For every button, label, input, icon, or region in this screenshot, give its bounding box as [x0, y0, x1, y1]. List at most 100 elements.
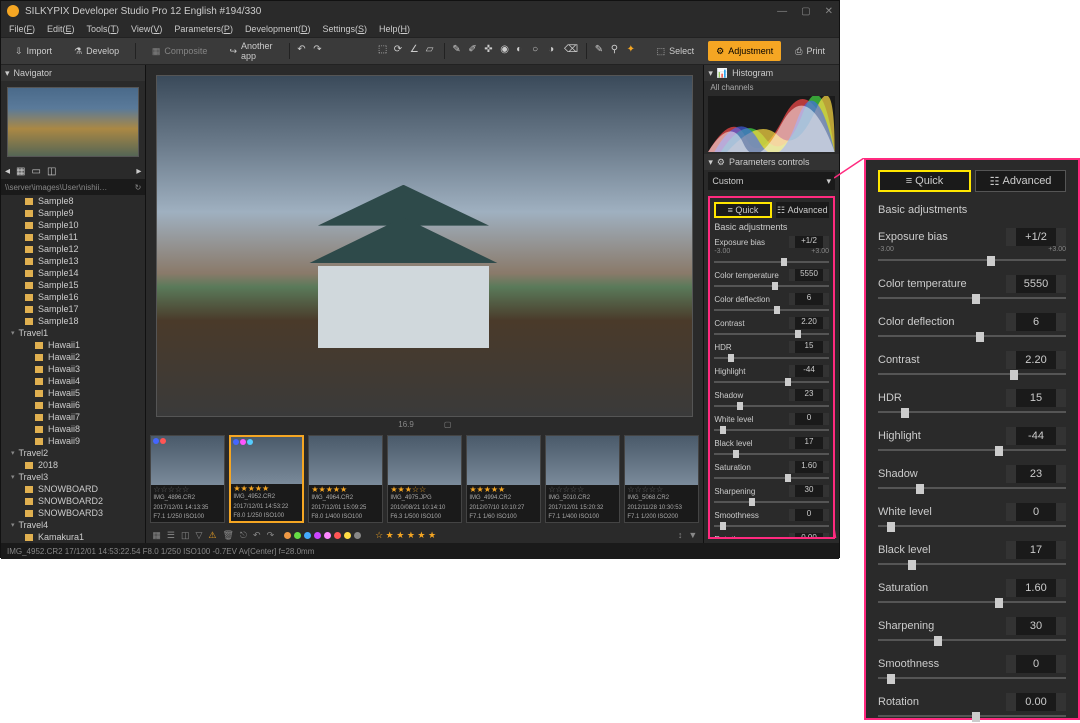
tree-item[interactable]: SNOWBOARD [1, 483, 145, 495]
tree-item[interactable]: Sample14 [1, 267, 145, 279]
nav-grid-icon[interactable]: ▦ [16, 166, 25, 177]
nav-left-icon[interactable]: ◂ [5, 166, 10, 177]
picker-icon[interactable]: ⚲ [611, 44, 621, 58]
filmstrip[interactable]: ☆☆☆☆☆ IMG_4896.CR2 2017/12/01 14:13:35 F… [146, 431, 703, 527]
rating[interactable]: ★★★★★ [309, 485, 382, 494]
clone-icon[interactable]: ◉ [500, 44, 510, 58]
color-labels[interactable] [284, 532, 361, 539]
tree-item[interactable]: Travel3 [1, 471, 145, 483]
adj-value[interactable]: 15 [1006, 389, 1066, 407]
adj-slider[interactable] [878, 637, 1066, 647]
erase-icon[interactable]: ⌫ [564, 44, 578, 58]
tree-item[interactable]: Hawaii6 [1, 399, 145, 411]
tab-advanced[interactable]: ☷ Advanced [776, 202, 829, 218]
tree-item[interactable]: SNOWBOARD3 [1, 507, 145, 519]
navigator-thumbnail[interactable] [7, 87, 139, 157]
adj-value[interactable]: 0 [789, 413, 829, 425]
adj-value[interactable]: 5550 [789, 269, 829, 281]
nav-single-icon[interactable]: ▭ [31, 166, 40, 177]
sort-icon[interactable]: ↕ [678, 530, 683, 540]
adj-value[interactable]: 23 [1006, 465, 1066, 483]
rotate-r-icon[interactable]: ↷ [267, 530, 275, 541]
brush2-icon[interactable]: ✐ [468, 44, 478, 58]
adj-value[interactable]: 0 [1006, 655, 1066, 673]
adj-value[interactable]: 2.20 [1006, 351, 1066, 369]
color-label[interactable] [354, 532, 361, 539]
adj-value[interactable]: 23 [789, 389, 829, 401]
filmstrip-item[interactable]: ☆☆☆☆☆ IMG_5010.CR2 2017/12/01 15:20:32 F… [545, 435, 620, 523]
menu-item[interactable]: Development(D) [245, 24, 311, 34]
tab-quick[interactable]: ≡ Quick [714, 202, 771, 218]
tree-item[interactable]: Sample12 [1, 243, 145, 255]
adj-slider[interactable] [714, 355, 829, 361]
adj-value[interactable]: 6 [789, 293, 829, 305]
brush1-icon[interactable]: ✎ [452, 44, 462, 58]
grad-icon[interactable]: ◐ [516, 44, 526, 58]
adj-value[interactable]: 0.00 [1006, 693, 1066, 711]
rating[interactable]: ☆☆☆☆☆ [151, 485, 224, 494]
color-label[interactable] [304, 532, 311, 539]
filmstrip-item[interactable]: ★★★☆☆ IMG_4975.JPG 2010/08/21 10:14:10 F… [387, 435, 462, 523]
maximize-icon[interactable]: ▢ [801, 6, 810, 17]
chevron-down-icon[interactable]: ▾ [708, 157, 713, 168]
filmstrip-item[interactable]: ★★★★★ IMG_4952.CR2 2017/12/01 14:53:22 F… [229, 435, 304, 523]
menu-item[interactable]: Tools(T) [87, 24, 120, 34]
heal-icon[interactable]: ✜ [484, 44, 494, 58]
tree-item[interactable]: SNOWBOARD2 [1, 495, 145, 507]
tree-item[interactable]: Sample8 [1, 195, 145, 207]
tree-item[interactable]: Sample15 [1, 279, 145, 291]
tree-item[interactable]: Travel4 [1, 519, 145, 531]
tree-item[interactable]: Kamakura1 [1, 531, 145, 543]
tree-item[interactable]: Hawaii3 [1, 363, 145, 375]
adj-value[interactable]: 2.20 [789, 317, 829, 329]
adj-value[interactable]: 1.60 [789, 461, 829, 473]
radial-icon[interactable]: ○ [532, 44, 542, 58]
color-label[interactable] [334, 532, 341, 539]
menu-item[interactable]: Parameters(P) [174, 24, 233, 34]
chevron-down-icon[interactable]: ▾ [5, 68, 10, 79]
list-view-icon[interactable]: ☰ [167, 530, 175, 541]
tab-quick-zoom[interactable]: ≡ Quick [878, 170, 971, 192]
menu-item[interactable]: View(V) [131, 24, 162, 34]
adj-slider[interactable] [714, 307, 829, 313]
adj-slider[interactable] [878, 333, 1066, 343]
rating[interactable]: ★★★☆☆ [388, 485, 461, 494]
develop-button[interactable]: ⚗Develop [66, 41, 127, 61]
adj-value[interactable]: 30 [789, 485, 829, 497]
close-icon[interactable]: ✕ [825, 6, 833, 17]
color-label[interactable] [294, 532, 301, 539]
undo-icon[interactable]: ↶ [297, 44, 307, 58]
adj-slider[interactable] [878, 523, 1066, 533]
image-viewer[interactable] [146, 65, 703, 417]
rating[interactable]: ★★★★★ [231, 484, 302, 493]
adj-value[interactable]: 17 [789, 437, 829, 449]
adj-slider[interactable] [878, 713, 1066, 723]
tree-item[interactable]: Sample11 [1, 231, 145, 243]
adj-slider[interactable] [714, 379, 829, 385]
composite-button[interactable]: ▦Composite [144, 41, 216, 61]
adj-value[interactable]: 0 [789, 509, 829, 521]
adj-value[interactable]: -44 [1006, 427, 1066, 445]
lock-icon[interactable]: ⎋ [240, 530, 247, 541]
tree-item[interactable]: 2018 [1, 459, 145, 471]
adj-slider[interactable] [878, 561, 1066, 571]
tree-item[interactable]: Hawaii9 [1, 435, 145, 447]
adj-slider[interactable] [878, 409, 1066, 419]
tree-item[interactable]: Sample17 [1, 303, 145, 315]
adj-value[interactable]: 15 [789, 341, 829, 353]
rating-stars[interactable]: ☆ ★ ★ ★ ★ ★ [375, 530, 436, 541]
mask-icon[interactable]: ◑ [548, 44, 558, 58]
adj-slider[interactable] [714, 331, 829, 337]
filter2-icon[interactable]: ▼ [688, 530, 697, 540]
adj-slider[interactable] [714, 499, 829, 505]
adj-value[interactable]: +1/2 [789, 236, 829, 248]
minimize-icon[interactable]: — [777, 6, 787, 17]
adj-value[interactable]: 0.00 [789, 533, 829, 539]
adj-value[interactable]: 1.60 [1006, 579, 1066, 597]
adj-value[interactable]: 30 [1006, 617, 1066, 635]
star-tool-icon[interactable]: ✦ [627, 44, 637, 58]
tree-item[interactable]: Hawaii4 [1, 375, 145, 387]
adj-slider[interactable] [878, 447, 1066, 457]
crop-icon[interactable]: ⬚ [378, 44, 388, 58]
tree-item[interactable]: Sample9 [1, 207, 145, 219]
